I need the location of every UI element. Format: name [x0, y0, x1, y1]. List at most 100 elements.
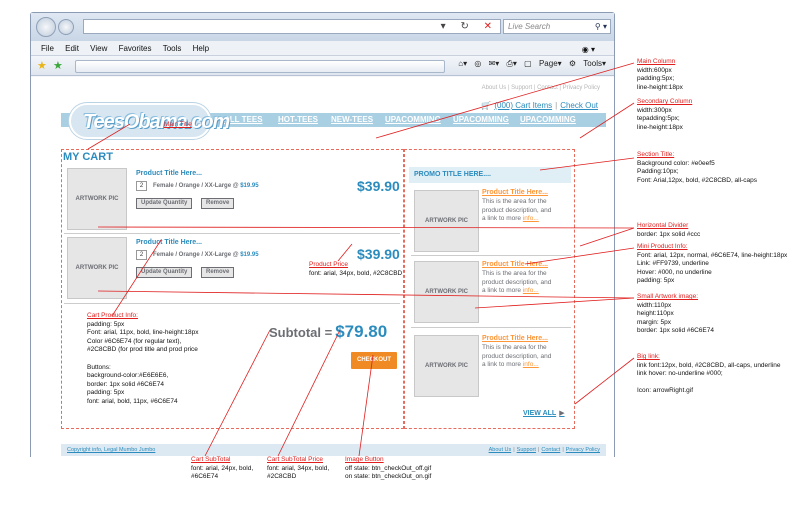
add-favorite-icon[interactable]: ★ [53, 59, 63, 72]
tools-menu[interactable]: ⚙ Tools▾ [569, 59, 606, 68]
checkout-button[interactable]: CHECKOUT [351, 352, 397, 369]
mini-product-info: This is the area for the product descrip… [482, 344, 552, 368]
info-link[interactable]: info... [523, 361, 539, 368]
favorites-star-icon[interactable]: ★ [37, 59, 47, 72]
annotation-product-price: Product Price font: arial, 34px, bold, #… [309, 261, 403, 277]
cart-subtotal: Subtotal = $79.80 [269, 322, 387, 342]
nav-new-tees[interactable]: NEW-TEES [331, 115, 373, 124]
command-bar: ⌂▾ ◎ ✉▾ ⎙▾ ▢ Page▾ ⚙ Tools▾ [453, 59, 606, 69]
annotation-image-button: Image Button off state: btn_checkOut_off… [345, 456, 432, 481]
annotation-big-link: Big link: link font:12px, bold, #2C8CBD,… [637, 353, 781, 395]
view-all-link[interactable]: VIEW ALL ▶ [523, 409, 565, 417]
footer-copyright[interactable]: Copyright info, Legal Mumbo Jumbo [67, 447, 155, 453]
footer-support-link[interactable]: Support [517, 447, 536, 453]
top-links[interactable]: About Us | Support | Contact | Privacy P… [482, 85, 600, 91]
product-title[interactable]: Product Title Here... [136, 239, 202, 246]
menu-tools[interactable]: Tools [163, 41, 182, 56]
subtotal-price: $79.80 [335, 322, 388, 341]
nav-hot-tees[interactable]: HOT-TEES [278, 115, 318, 124]
logo-text: TeesObama.com [83, 111, 230, 133]
menu-favorites[interactable]: Favorites [119, 41, 152, 56]
cart-icon: 🛒 [481, 101, 492, 110]
footer-about-link[interactable]: About Us [489, 447, 512, 453]
footer: Copyright info, Legal Mumbo Jumbo About … [61, 444, 606, 456]
footer-contact-link[interactable]: Contact [541, 447, 560, 453]
artwork-pic: ARTWORK PIC [67, 237, 127, 299]
read-mail-icon[interactable]: ✉▾ [489, 59, 500, 68]
mini-product-title[interactable]: Product Title Here... [482, 189, 548, 196]
artwork-pic: ARTWORK PIC [67, 168, 127, 230]
menu-bar: File Edit View Favorites Tools Help ◉ ▾ [31, 41, 614, 56]
product-price: $39.90 [357, 246, 400, 262]
annotation-mini-product: Mini Product Info: Font: arial, 12px, no… [637, 243, 788, 285]
info-link[interactable]: info... [523, 215, 539, 222]
mini-product-title[interactable]: Product Title Here... [482, 261, 548, 268]
annotation-cart-subtotal-price: Cart SubTotal Price font: arial, 34px, b… [267, 456, 330, 481]
menu-file[interactable]: File [41, 41, 54, 56]
footer-privacy-link[interactable]: Privacy Policy [566, 447, 600, 453]
quantity-input[interactable]: 2 [136, 250, 147, 260]
cart-items-link[interactable]: (000) Cart Items [494, 101, 552, 110]
menu-help[interactable]: Help [193, 41, 209, 56]
page-menu[interactable]: ▢ Page▾ [524, 59, 561, 68]
section-title: PROMO TITLE HERE.... [409, 167, 571, 183]
print-icon[interactable]: ⎙▾ [507, 59, 517, 68]
tab-strip[interactable] [75, 60, 445, 73]
small-artwork: ARTWORK PIC [414, 335, 479, 397]
forward-button[interactable] [58, 19, 74, 35]
annotation-horizontal-divider: Horizontal Divider border: 1px solid #cc… [637, 222, 701, 238]
page-menu-label: Page [538, 59, 558, 68]
browser-toolbar: ▾ ↻ ✕ Live Search ⚲ ▾ [31, 13, 614, 41]
horizontal-divider [411, 327, 571, 328]
mini-product-title[interactable]: Product Title Here... [482, 335, 548, 342]
page-title: MY CART [63, 151, 113, 163]
address-icons: ▾ ↻ ✕ [440, 21, 498, 32]
tools-menu-label: Tools [583, 59, 602, 68]
search-input[interactable]: Live Search ⚲ ▾ [503, 19, 611, 34]
menu-edit[interactable]: Edit [65, 41, 79, 56]
horizontal-divider [64, 233, 400, 234]
search-icon[interactable]: ⚲ ▾ [595, 20, 607, 33]
horizontal-divider [64, 303, 400, 304]
update-quantity-button[interactable]: Update Quantity [136, 267, 193, 278]
product-variant: Female / Orange / XX-Large @ $19.95 [153, 252, 259, 258]
feeds-icon[interactable]: ◎ [474, 59, 481, 68]
info-link[interactable]: info... [523, 287, 539, 294]
subtotal-label: Subtotal = [269, 325, 333, 340]
quantity-input[interactable]: 2 [136, 181, 147, 191]
annotation-cart-subtotal: Cart SubTotal font: arial, 24px, bold, #… [191, 456, 254, 481]
annotation-main-column: Main Column width:600px padding:5px; lin… [637, 58, 683, 91]
menu-view[interactable]: View [90, 41, 107, 56]
arrow-right-icon: ▶ [559, 410, 565, 417]
nav-upcoming-2[interactable]: UPACOMMING [453, 115, 509, 124]
small-artwork: ARTWORK PIC [414, 190, 479, 252]
nav-upcoming-1[interactable]: UPACOMMING [385, 115, 441, 124]
back-button[interactable] [36, 17, 56, 37]
footer-links: About Us | Support | Contact | Privacy Policy [488, 447, 600, 453]
nav-upcoming-3[interactable]: UPACOMMING [520, 115, 576, 124]
remove-button[interactable]: Remove [201, 267, 235, 278]
annotation-section-title: Section Title: Background color: #e0eef5… [637, 151, 757, 184]
annotation-secondary-column: Secondary Column width:300px tepadding:5… [637, 98, 693, 131]
cart-links: 🛒 (000) Cart Items | Check Out [481, 101, 598, 110]
small-artwork: ARTWORK PIC [414, 261, 479, 323]
check-out-link[interactable]: Check Out [560, 101, 598, 110]
nav-all-tees[interactable]: ALL TEES [224, 115, 263, 124]
horizontal-divider [411, 255, 571, 256]
search-placeholder: Live Search [508, 22, 551, 31]
remove-button[interactable]: Remove [201, 198, 235, 209]
annotation-main-title: Main Title [164, 121, 192, 128]
update-quantity-button[interactable]: Update Quantity [136, 198, 193, 209]
product-title[interactable]: Product Title Here... [136, 170, 202, 177]
mini-product-info: This is the area for the product descrip… [482, 198, 552, 222]
stop-icon[interactable]: ✕ [484, 21, 498, 32]
product-variant: Female / Orange / XX-Large @ $19.95 [153, 183, 259, 189]
annotation-cart-product-info: Cart Product Info: padding: 5px Font: ar… [87, 312, 199, 405]
product-price: $39.90 [357, 178, 400, 194]
address-bar[interactable]: ▾ ↻ ✕ [83, 19, 501, 34]
translate-icon[interactable]: ◉ ▾ [582, 42, 595, 57]
favorites-bar: ★ ★ ⌂▾ ◎ ✉▾ ⎙▾ ▢ Page▾ ⚙ Tools▾ [31, 56, 614, 76]
home-icon[interactable]: ⌂▾ [458, 59, 467, 68]
annotation-small-artwork: Small Artwork image: width:110px height:… [637, 293, 714, 335]
mini-product-info: This is the area for the product descrip… [482, 270, 552, 294]
